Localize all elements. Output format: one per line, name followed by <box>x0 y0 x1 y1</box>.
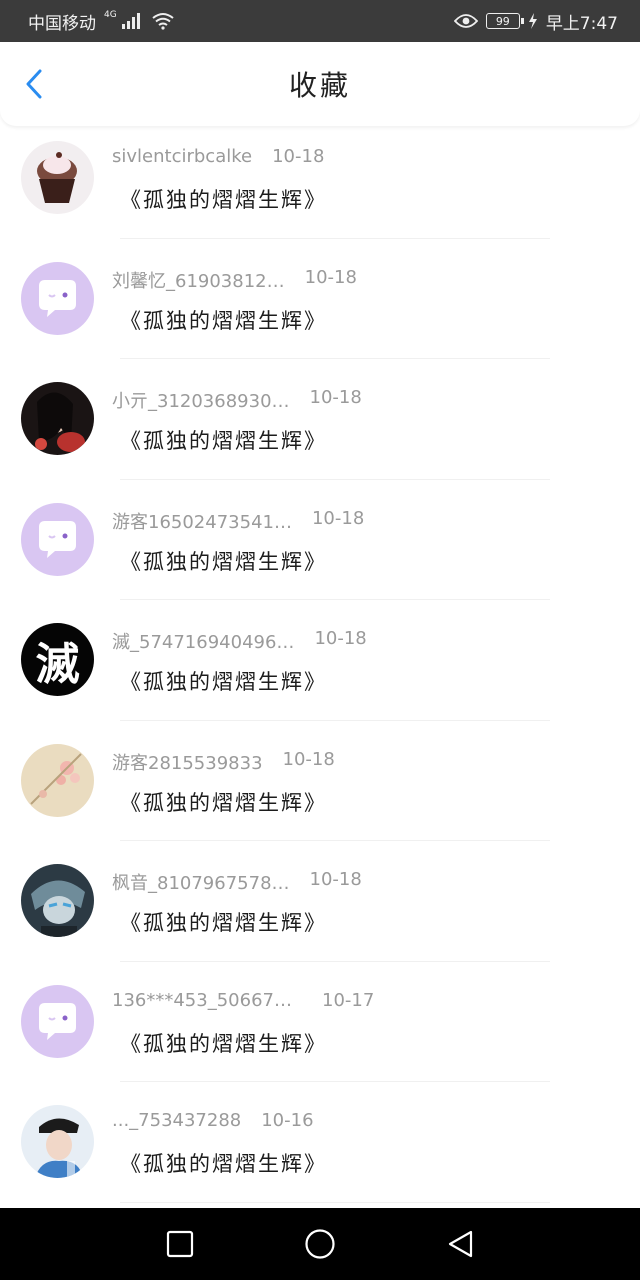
item-date: 10-18 <box>272 146 325 167</box>
list-item[interactable]: 滅 滅_574716940496… 10-18 《孤独的熠熠生辉》 <box>0 612 640 733</box>
item-date: 10-18 <box>304 266 357 288</box>
square-icon <box>166 1230 194 1258</box>
signal-icon <box>121 13 140 29</box>
divider <box>120 1201 550 1203</box>
user-name: 滅_574716940496… <box>112 632 295 653</box>
user-name: 游客2815539833 <box>112 752 263 774</box>
list-item[interactable]: 枫音_8107967578… 10-18 《孤独的熠熠生辉》 <box>0 853 640 974</box>
list-item[interactable]: 小亓_3120368930… 10-18 《孤独的熠熠生辉》 <box>0 371 640 492</box>
item-content: 《孤独的熠熠生辉》 <box>120 429 327 453</box>
eye-comfort-icon <box>453 14 478 28</box>
list-item[interactable]: 游客16502473541… 10-18 《孤独的熠熠生辉》 <box>0 492 640 613</box>
recents-button[interactable] <box>160 1224 200 1264</box>
user-name: 136***453_506672… <box>112 989 302 1011</box>
item-meta: 游客2815539833 10-18 <box>112 749 335 775</box>
item-content: 《孤独的熠熠生辉》 <box>120 911 327 935</box>
avatar[interactable] <box>21 984 94 1058</box>
avatar[interactable] <box>21 502 94 576</box>
item-content: 《孤独的熠熠生辉》 <box>120 670 327 694</box>
divider <box>120 599 550 600</box>
avatar[interactable] <box>21 141 94 214</box>
item-date: 10-16 <box>261 1110 314 1131</box>
list-item[interactable]: 游客2815539833 10-18 《孤独的熠熠生辉》 <box>0 733 640 854</box>
divider <box>120 237 550 239</box>
charging-icon <box>528 13 537 29</box>
divider <box>120 719 550 721</box>
item-date: 10-18 <box>309 869 362 890</box>
item-meta: 游客16502473541… 10-18 <box>112 508 364 534</box>
item-content: 《孤独的熠熠生辉》 <box>120 1031 327 1056</box>
divider <box>120 358 550 359</box>
item-date: 10-17 <box>322 989 375 1011</box>
user-name: 小亓_3120368930… <box>112 391 290 412</box>
chevron-left-icon <box>26 69 42 99</box>
item-date: 10-18 <box>311 507 365 529</box>
user-name: 游客16502473541… <box>112 511 292 533</box>
item-content: 《孤独的熠熠生辉》 <box>120 790 327 815</box>
avatar[interactable] <box>21 743 94 817</box>
user-name: 枫音_8107967578… <box>112 873 290 894</box>
user-name: ..._753437288 <box>112 1110 242 1131</box>
divider <box>120 1081 550 1082</box>
avatar-character: 滅 <box>35 638 80 690</box>
avatar[interactable] <box>21 382 94 455</box>
item-content: 《孤独的熠熠生辉》 <box>120 188 327 212</box>
system-nav-bar <box>0 1208 640 1280</box>
item-date: 10-18 <box>314 628 367 649</box>
list-item[interactable]: 136***453_506672… 10-17 《孤独的熠熠生辉》 <box>0 974 640 1095</box>
divider <box>120 840 550 841</box>
item-content: 《孤独的熠熠生辉》 <box>120 549 327 574</box>
list-item[interactable]: ..._753437288 10-16 《孤独的熠熠生辉》 <box>0 1094 640 1215</box>
user-name: sivlentcirbcalke <box>112 146 253 167</box>
item-content: 《孤独的熠熠生辉》 <box>120 308 327 333</box>
list-item[interactable]: 刘馨忆_61903812… 10-18 《孤独的熠熠生辉》 <box>0 251 640 372</box>
item-meta: ..._753437288 10-16 <box>112 1110 314 1131</box>
avatar[interactable] <box>21 261 94 335</box>
avatar[interactable] <box>21 864 94 937</box>
item-meta: 136***453_506672… 10-17 <box>112 990 374 1011</box>
avatar[interactable]: 滅 <box>21 623 94 696</box>
divider <box>120 960 550 962</box>
item-date: 10-18 <box>309 387 362 408</box>
carrier-label: 中国移动 <box>28 13 96 34</box>
item-meta: 刘馨忆_61903812… 10-18 <box>112 267 357 293</box>
favorites-list: sivlentcirbcalke 10-18 《孤独的熠熠生辉》 刘馨忆_619… <box>0 130 640 1215</box>
divider <box>120 478 550 480</box>
clock: 早上7:47 <box>545 13 618 34</box>
network-type: 4G <box>104 10 117 20</box>
app-header: 收藏 <box>0 42 640 126</box>
user-name: 刘馨忆_61903812… <box>112 270 285 292</box>
page-title: 收藏 <box>288 69 351 102</box>
battery-level: 99 <box>495 14 510 28</box>
item-meta: 小亓_3120368930… 10-18 <box>112 387 362 413</box>
item-date: 10-18 <box>282 748 335 770</box>
circle-icon <box>305 1229 335 1259</box>
item-meta: sivlentcirbcalke 10-18 <box>112 146 324 167</box>
back-button[interactable] <box>20 69 48 99</box>
battery-indicator: 99 <box>485 13 524 29</box>
home-button[interactable] <box>300 1224 340 1264</box>
triangle-back-icon <box>448 1230 473 1258</box>
wifi-icon <box>152 13 174 30</box>
avatar[interactable] <box>21 1105 94 1178</box>
list-item[interactable]: sivlentcirbcalke 10-18 《孤独的熠熠生辉》 <box>0 130 640 251</box>
status-bar: 中国移动 4G 99 早上7:47 <box>0 0 640 42</box>
item-content: 《孤独的熠熠生辉》 <box>120 1152 327 1176</box>
item-meta: 枫音_8107967578… 10-18 <box>112 869 362 895</box>
item-meta: 滅_574716940496… 10-18 <box>112 628 367 654</box>
system-back-button[interactable] <box>440 1224 480 1264</box>
